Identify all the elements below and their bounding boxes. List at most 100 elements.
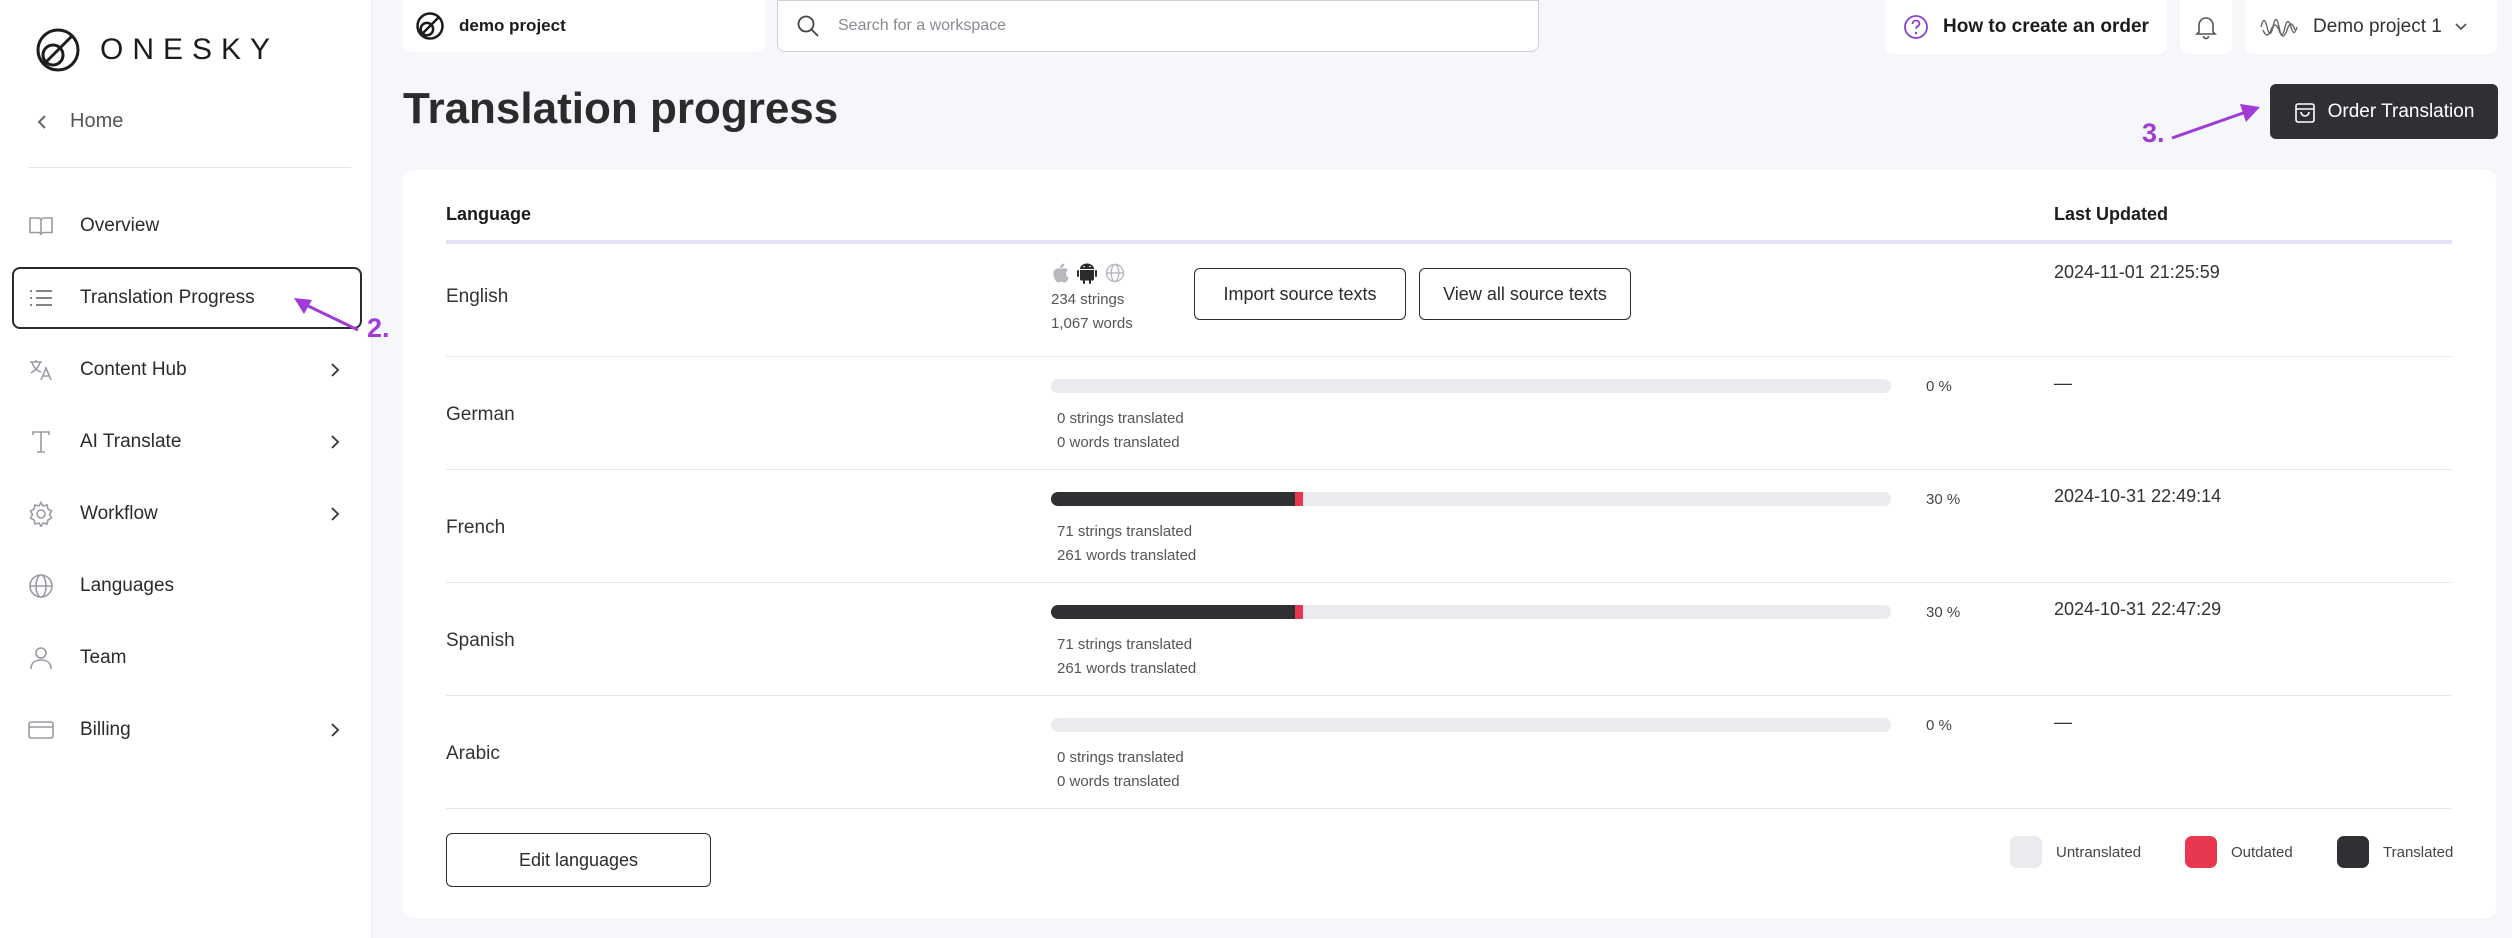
sidebar-item-billing[interactable]: Billing (12, 699, 362, 761)
chevron-right-icon (331, 507, 340, 521)
legend-outdated: Outdated (2185, 836, 2293, 868)
column-header-last-updated: Last Updated (2054, 204, 2169, 224)
text-icon (28, 429, 54, 455)
search-icon (797, 15, 819, 37)
apple-icon (1053, 263, 1069, 283)
search-input[interactable] (838, 17, 1488, 35)
table-row-german[interactable]: German 0 % 0 strings translated 0 words … (446, 357, 2452, 470)
view-all-source-texts-button[interactable]: View all source texts (1419, 268, 1631, 320)
last-updated: 2024-10-31 22:49:14 (2054, 486, 2222, 506)
table-row-source: English 234 strings 1,067 words Import s… (446, 244, 2452, 357)
platform-icons (1051, 262, 1125, 284)
gear-icon (28, 501, 54, 527)
progress-percent: 0 % (1926, 717, 1952, 734)
sidebar-item-label: Content Hub (80, 359, 187, 380)
language-name: French (446, 517, 506, 538)
sidebar-item-label: Team (80, 647, 127, 668)
how-to-create-order-button[interactable]: How to create an order (1885, 0, 2167, 54)
logo-text: ONESKY (100, 33, 280, 66)
legend-swatch-untranslated (2010, 836, 2042, 868)
annotation-step-2: 2. (367, 313, 390, 343)
progress-bar (1051, 379, 1891, 393)
project-selector[interactable]: demo project (403, 0, 765, 52)
page-title: Translation progress (403, 84, 839, 133)
translation-stats: 0 strings translated 0 words translated (1057, 407, 1184, 455)
progress-percent: 30 % (1926, 604, 1961, 621)
source-stats: 234 strings 1,067 words (1051, 288, 1133, 336)
words-translated: 0 words translated (1057, 434, 1180, 451)
strings-translated: 71 strings translated (1057, 523, 1193, 540)
strings-translated: 0 strings translated (1057, 749, 1184, 766)
words-translated: 261 words translated (1057, 660, 1197, 677)
last-updated: — (2054, 712, 2072, 732)
sidebar-divider (28, 167, 351, 168)
sidebar-item-languages[interactable]: Languages (12, 555, 362, 617)
list-icon (28, 285, 54, 311)
user-project-menu[interactable]: Demo project 1 (2245, 0, 2497, 54)
words-translated: 261 words translated (1057, 547, 1197, 564)
sidebar-item-label: Billing (80, 719, 131, 740)
notifications-button[interactable] (2180, 0, 2232, 54)
translation-stats: 71 strings translated 261 words translat… (1057, 520, 1196, 568)
last-updated: 2024-10-31 22:47:29 (2054, 599, 2222, 619)
progress-bar (1051, 718, 1891, 732)
order-translation-button[interactable]: Order Translation (2270, 84, 2498, 139)
sidebar-item-team[interactable]: Team (12, 627, 362, 689)
card-icon (28, 717, 54, 743)
progress-percent: 0 % (1926, 378, 1952, 395)
language-name: Arabic (446, 743, 500, 764)
onesky-logo-icon (36, 28, 80, 72)
how-to-label: How to create an order (1943, 16, 2149, 37)
sidebar-item-label: Workflow (80, 503, 158, 524)
strings-translated: 71 strings translated (1057, 636, 1193, 653)
sidebar-item-ai-translate[interactable]: AI Translate (12, 411, 362, 473)
table-row-spanish[interactable]: Spanish 30 % 71 strings translated 261 w… (446, 583, 2452, 696)
progress-fill-outdated (1294, 492, 1303, 506)
progress-fill-translated (1051, 492, 1295, 506)
progress-bar (1051, 605, 1891, 619)
sidebar-item-workflow[interactable]: Workflow (12, 483, 362, 545)
translation-stats: 0 strings translated 0 words translated (1057, 746, 1184, 794)
sidebar-item-label: AI Translate (80, 431, 182, 452)
sidebar-item-overview[interactable]: Overview (12, 195, 362, 257)
project-logo-icon (416, 12, 444, 40)
annotation-step-3: 3. (2142, 118, 2165, 148)
strings-translated: 0 strings translated (1057, 410, 1184, 427)
progress-fill-outdated (1294, 605, 1303, 619)
translation-stats: 71 strings translated 261 words translat… (1057, 633, 1196, 681)
avatar (2259, 10, 2301, 44)
annotation-arrow-2 (294, 298, 359, 332)
onesky-logo[interactable]: ONESKY (34, 26, 279, 74)
home-label: Home (70, 110, 124, 132)
progress-fill-translated (1051, 605, 1295, 619)
sidebar-item-label: Overview (80, 215, 160, 236)
source-strings-count: 234 strings (1051, 291, 1125, 308)
import-source-texts-button[interactable]: Import source texts (1194, 268, 1406, 320)
android-icon (1077, 263, 1097, 284)
column-header-language: Language (446, 204, 532, 224)
chevron-left-icon (37, 114, 46, 129)
legend-swatch-translated (2337, 836, 2369, 868)
language-name: Spanish (446, 630, 515, 651)
sidebar-item-label: Languages (80, 575, 175, 596)
annotation-arrow-3 (2171, 104, 2260, 140)
source-words-count: 1,067 words (1051, 315, 1133, 332)
last-updated: — (2054, 373, 2072, 393)
progress-percent: 30 % (1926, 491, 1961, 508)
table-row-arabic[interactable]: Arabic 0 % 0 strings translated 0 words … (446, 696, 2452, 809)
table-row-french[interactable]: French 30 % 71 strings translated 261 wo… (446, 470, 2452, 583)
sidebar: ONESKY Home Overview Translation Progres… (0, 0, 390, 938)
search-bar[interactable] (777, 0, 1539, 52)
project-name: demo project (459, 16, 566, 35)
chevron-down-icon (2455, 23, 2467, 31)
legend-label-translated: Translated (2383, 843, 2454, 861)
last-updated: 2024-11-01 21:25:59 (2054, 262, 2220, 282)
sidebar-nav: Overview Translation Progress Content Hu… (12, 195, 362, 771)
sidebar-item-content-hub[interactable]: Content Hub (12, 339, 362, 401)
home-link[interactable]: Home (36, 110, 123, 133)
legend-label-outdated: Outdated (2231, 843, 2293, 861)
globe-icon (28, 573, 54, 599)
progress-bar (1051, 492, 1891, 506)
web-globe-icon (1105, 263, 1125, 283)
edit-languages-button[interactable]: Edit languages (446, 833, 711, 887)
